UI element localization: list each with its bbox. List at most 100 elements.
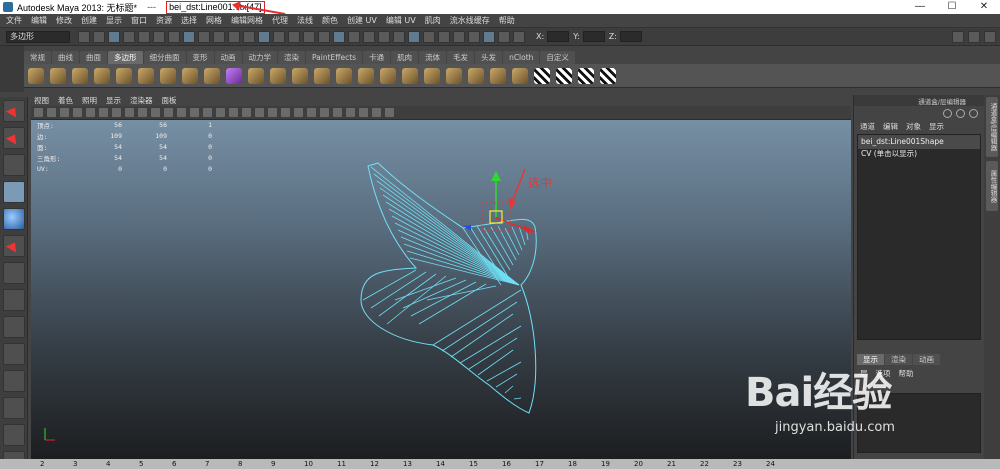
menu-item[interactable]: 颜色: [322, 15, 338, 26]
shelf-menu-area[interactable]: [0, 46, 24, 92]
polygon-tool-icon[interactable]: [336, 67, 352, 84]
shelf-tab[interactable]: 毛发: [447, 51, 475, 64]
status-tool-icon[interactable]: [408, 30, 420, 43]
snap-tool-icon[interactable]: [3, 316, 25, 338]
menu-set-dropdown[interactable]: 多边形: [6, 30, 70, 43]
menu-item[interactable]: 编辑: [31, 15, 47, 26]
shelf-tab[interactable]: 头发: [475, 51, 503, 64]
minimize-button[interactable]: —: [904, 0, 936, 14]
channel-box-menu-item[interactable]: 编辑: [883, 121, 898, 132]
maximize-button[interactable]: ☐: [936, 0, 968, 14]
side-tab-attribute-editor[interactable]: 属性编辑器: [986, 161, 998, 211]
tool-settings-toggle-icon[interactable]: [968, 31, 980, 43]
close-button[interactable]: ✕: [968, 0, 1000, 14]
polygon-tool-icon[interactable]: [28, 67, 44, 84]
menu-item[interactable]: 法线: [297, 15, 313, 26]
move-tool-icon[interactable]: [3, 181, 25, 203]
status-tool-icon[interactable]: [228, 30, 240, 43]
polygon-tool-icon[interactable]: [270, 67, 286, 84]
shelf-tab[interactable]: PaintEffects: [306, 51, 363, 64]
polygon-tool-icon[interactable]: [292, 67, 308, 84]
status-tool-icon[interactable]: [123, 30, 135, 43]
status-tool-icon[interactable]: [498, 30, 510, 43]
menu-item[interactable]: 网格: [206, 15, 222, 26]
status-tool-icon[interactable]: [78, 30, 90, 43]
attribute-editor-toggle-icon[interactable]: [952, 31, 964, 43]
polygon-tool-icon[interactable]: [50, 67, 66, 84]
select-tool-icon[interactable]: [3, 100, 25, 122]
layer-menu-item[interactable]: 帮助: [899, 368, 914, 379]
paint-select-tool-icon[interactable]: [3, 154, 25, 176]
channel-box-menu-item[interactable]: 对象: [906, 121, 921, 132]
x-input[interactable]: [547, 31, 570, 42]
time-slider[interactable]: 2 3 4 5 6 7 8 9 10 11 12 13 14 15 16 17 18 19 20 21 22 23 24: [0, 459, 1000, 469]
status-tool-icon[interactable]: [168, 30, 180, 43]
polygon-tool-icon[interactable]: [556, 67, 572, 84]
status-tool-icon[interactable]: [318, 30, 330, 43]
menu-item[interactable]: 帮助: [499, 15, 515, 26]
perspective-viewport[interactable]: 视图 着色 照明 显示 渲染器 面板 顶点: 56 56 1 边: 109 109 0 面: 54 54 0 三角…: [31, 95, 851, 459]
scale-tool-icon[interactable]: [3, 235, 25, 257]
status-tool-icon[interactable]: [363, 30, 375, 43]
status-tool-icon[interactable]: [153, 30, 165, 43]
status-tool-icon[interactable]: [378, 30, 390, 43]
shelf-tab[interactable]: 卡通: [363, 51, 391, 64]
shelf-tab[interactable]: nCloth: [503, 51, 540, 64]
polygon-tool-icon[interactable]: [226, 67, 242, 84]
manip-y-arrow[interactable]: [491, 171, 501, 181]
shelf-tab[interactable]: 渲染: [278, 51, 305, 64]
polygon-tool-icon[interactable]: [600, 67, 616, 84]
menu-item[interactable]: 修改: [56, 15, 72, 26]
status-tool-icon[interactable]: [288, 30, 300, 43]
menu-item[interactable]: 编辑 UV: [386, 15, 416, 26]
polygon-tool-icon[interactable]: [358, 67, 374, 84]
polygon-tool-icon[interactable]: [72, 67, 88, 84]
status-tool-icon[interactable]: [303, 30, 315, 43]
layout-single-icon[interactable]: [3, 370, 25, 392]
polygon-tool-icon[interactable]: [380, 67, 396, 84]
shelf-tab[interactable]: 肌肉: [391, 51, 419, 64]
menu-item[interactable]: 选择: [181, 15, 197, 26]
polygon-tool-icon[interactable]: [490, 67, 506, 84]
channel-box-cv-label[interactable]: CV (单击以显示): [861, 149, 977, 159]
polygon-tool-icon[interactable]: [402, 67, 418, 84]
show-manipulator-icon[interactable]: [3, 262, 25, 284]
polygon-tool-icon[interactable]: [578, 67, 594, 84]
status-tool-icon[interactable]: [138, 30, 150, 43]
last-tool-icon[interactable]: [3, 289, 25, 311]
polygon-tool-icon[interactable]: [138, 67, 154, 84]
status-tool-icon[interactable]: [198, 30, 210, 43]
shelf-tab[interactable]: 曲线: [52, 51, 79, 64]
shelf-tab[interactable]: 常规: [24, 51, 51, 64]
status-tool-icon[interactable]: [258, 30, 270, 43]
menu-item[interactable]: 窗口: [131, 15, 147, 26]
status-tool-icon[interactable]: [333, 30, 345, 43]
layer-tab[interactable]: 动画: [913, 354, 940, 365]
shelf-tab[interactable]: 流体: [419, 51, 447, 64]
channel-box-menu-item[interactable]: 显示: [929, 121, 944, 132]
help-icon[interactable]: [943, 108, 952, 118]
status-tool-icon[interactable]: [108, 30, 120, 43]
polygon-tool-icon[interactable]: [424, 67, 440, 84]
status-tool-icon[interactable]: [468, 30, 480, 43]
menu-item[interactable]: 显示: [106, 15, 122, 26]
polygon-tool-icon[interactable]: [446, 67, 462, 84]
status-tool-icon[interactable]: [393, 30, 405, 43]
polygon-tool-icon[interactable]: [512, 67, 528, 84]
polygon-tool-icon[interactable]: [116, 67, 132, 84]
layout-four-icon[interactable]: [3, 397, 25, 419]
shelf-tab[interactable]: 动力学: [242, 51, 277, 64]
status-tool-icon[interactable]: [243, 30, 255, 43]
polygon-tool-icon[interactable]: [204, 67, 220, 84]
shelf-tab[interactable]: 动画: [214, 51, 242, 64]
menu-item[interactable]: 代理: [272, 15, 288, 26]
polygon-tool-icon[interactable]: [314, 67, 330, 84]
shelf-tab[interactable]: 曲面: [80, 51, 107, 64]
channel-box-content[interactable]: bei_dst:Line001Shape CV (单击以显示): [857, 134, 981, 340]
side-tab-channel-box[interactable]: 通道盒/层编辑器: [986, 97, 998, 157]
polygon-tool-icon[interactable]: [182, 67, 198, 84]
menu-item[interactable]: 文件: [6, 15, 22, 26]
lasso-tool-icon[interactable]: [3, 127, 25, 149]
status-tool-icon[interactable]: [213, 30, 225, 43]
polygon-tool-icon[interactable]: [94, 67, 110, 84]
